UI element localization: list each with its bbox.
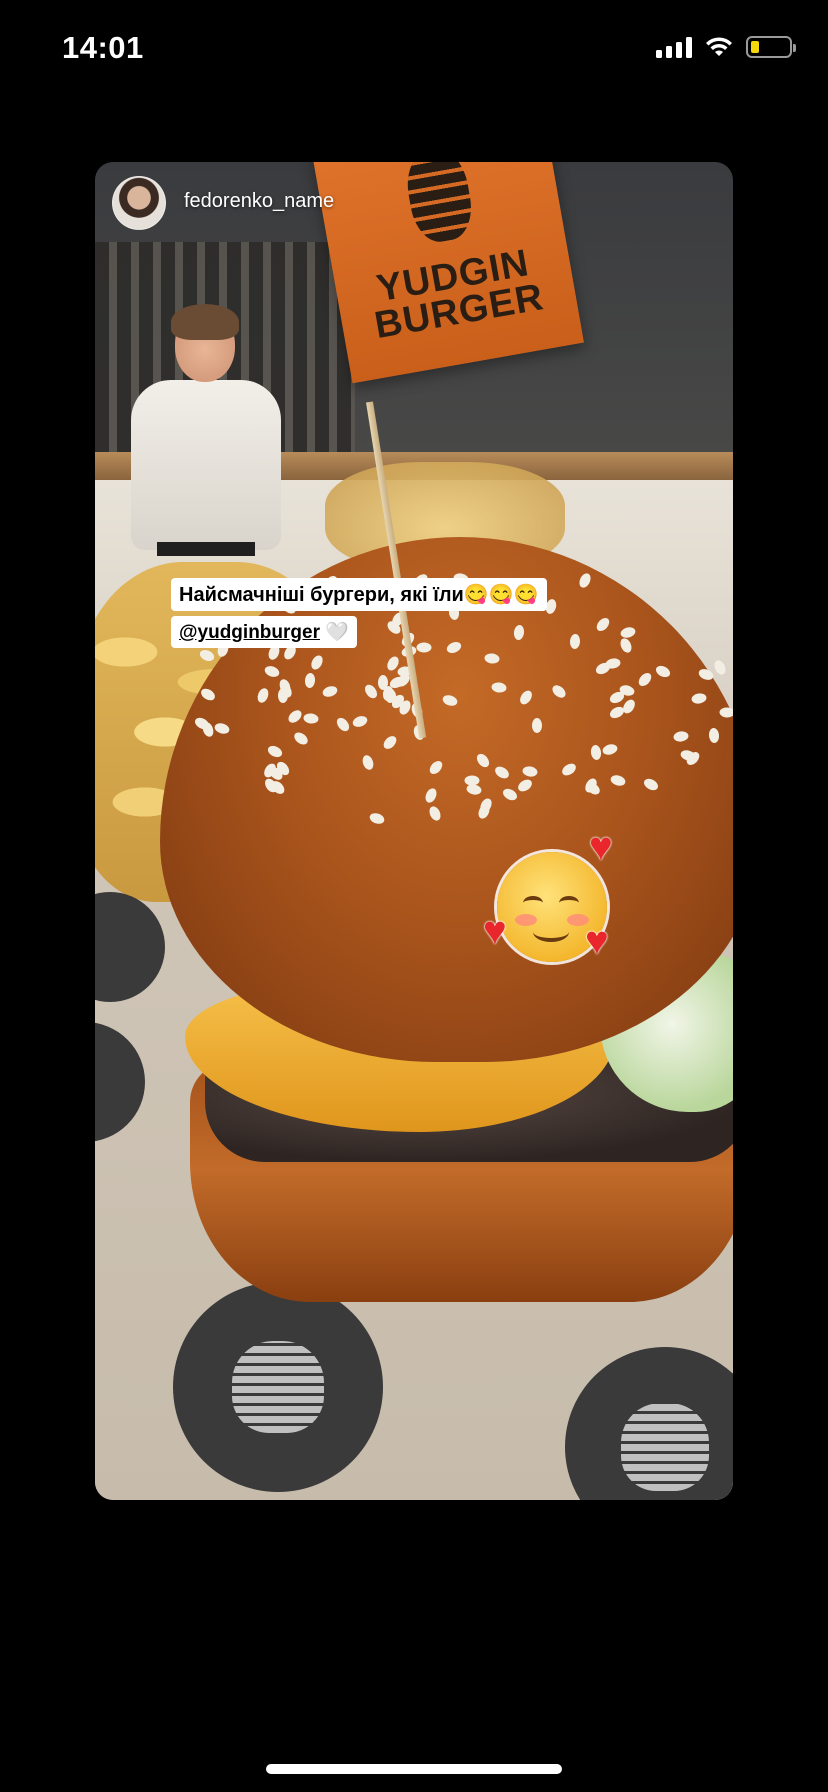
person-belt <box>157 542 255 556</box>
sesame-seed <box>559 761 578 778</box>
sesame-seed <box>308 653 325 672</box>
status-icons <box>656 36 796 58</box>
sesame-seed <box>440 693 459 708</box>
sesame-seed <box>321 684 340 699</box>
sesame-seed <box>708 727 720 744</box>
sesame-seed <box>609 773 627 788</box>
sesame-seed <box>589 743 602 761</box>
sesame-seed <box>719 707 733 719</box>
sesame-seed <box>672 730 689 743</box>
sesame-seed <box>654 663 673 680</box>
sesame-seed <box>635 670 654 689</box>
sesame-seed <box>531 718 542 734</box>
battery-icon <box>746 36 796 58</box>
sesame-seed <box>416 642 432 653</box>
burger-logo-icon <box>231 1340 325 1434</box>
mention-link[interactable]: @yudginburger <box>179 622 320 643</box>
home-indicator[interactable] <box>266 1764 562 1774</box>
sesame-seed <box>255 686 271 705</box>
sesame-seed <box>491 681 508 694</box>
sesame-seed <box>350 713 369 729</box>
smiling-hearts-emoji-sticker[interactable]: ♥ ♥ ♥ <box>483 827 613 962</box>
story-frame[interactable]: YUDGIN BURGER fedorenko_name Найсмачніші… <box>95 162 733 1500</box>
sesame-seed <box>619 625 637 640</box>
mention-tag[interactable]: @yudginburger 🤍 <box>171 616 357 648</box>
sesame-seed <box>600 742 619 757</box>
sesame-seed <box>377 675 388 691</box>
sesame-seed <box>618 636 634 654</box>
sesame-seed <box>517 688 535 707</box>
person-hair <box>171 304 239 340</box>
sesame-seed <box>500 786 519 803</box>
sesame-seed <box>445 640 464 656</box>
sesame-seed <box>269 778 288 796</box>
caption-text: Найсмачніші бургери, які їли😋😋😋 <box>171 578 547 611</box>
sesame-seed <box>594 615 612 634</box>
wifi-icon <box>706 37 732 56</box>
sesame-seed <box>285 707 304 725</box>
brand-flag: YUDGIN BURGER <box>310 162 584 384</box>
sesame-seed <box>516 777 535 795</box>
status-bar: 14:01 <box>0 0 828 100</box>
sesame-seed <box>198 686 217 703</box>
flag-brand-text: YUDGIN BURGER <box>366 242 547 347</box>
burger-logo-icon <box>401 162 477 246</box>
heart-icon: ♥ <box>483 909 507 953</box>
sesame-seed <box>427 804 443 823</box>
burger-logo-icon <box>621 1403 709 1491</box>
sesame-seed <box>266 743 285 760</box>
sesame-seed <box>334 715 352 734</box>
sesame-seed <box>427 758 445 777</box>
heart-icon: ♥ <box>585 919 609 963</box>
emoji-eye <box>523 896 543 910</box>
heart-emoji: 🤍 <box>319 622 349 643</box>
coaster <box>173 1282 383 1492</box>
status-time: 14:01 <box>62 30 144 65</box>
sesame-seed <box>291 729 310 748</box>
story-username[interactable]: fedorenko_name <box>184 190 334 213</box>
sesame-seed <box>474 751 492 770</box>
heart-icon: ♥ <box>589 825 613 869</box>
sesame-seed <box>492 764 511 782</box>
sesame-seed <box>569 633 581 649</box>
sesame-seed <box>423 786 439 805</box>
sesame-seed <box>484 652 501 665</box>
sesame-seed <box>691 692 708 705</box>
sesame-seed <box>368 811 386 826</box>
sesame-seed <box>465 783 483 797</box>
sesame-seed <box>213 721 231 736</box>
emoji-eye <box>559 896 579 910</box>
signal-icon <box>656 36 692 58</box>
sesame-seed <box>304 673 316 689</box>
sesame-seed <box>512 624 525 641</box>
emoji-smile <box>533 922 569 942</box>
sesame-seed <box>302 712 320 725</box>
sesame-seed <box>550 682 569 701</box>
avatar[interactable] <box>112 176 166 230</box>
sesame-seed <box>577 571 594 590</box>
sesame-seed <box>277 688 288 704</box>
person-body <box>131 380 281 550</box>
battery-level <box>751 41 759 53</box>
sesame-seed <box>642 776 661 793</box>
sesame-seed <box>522 765 539 778</box>
sesame-seed <box>380 733 399 752</box>
sesame-seed <box>360 753 375 772</box>
